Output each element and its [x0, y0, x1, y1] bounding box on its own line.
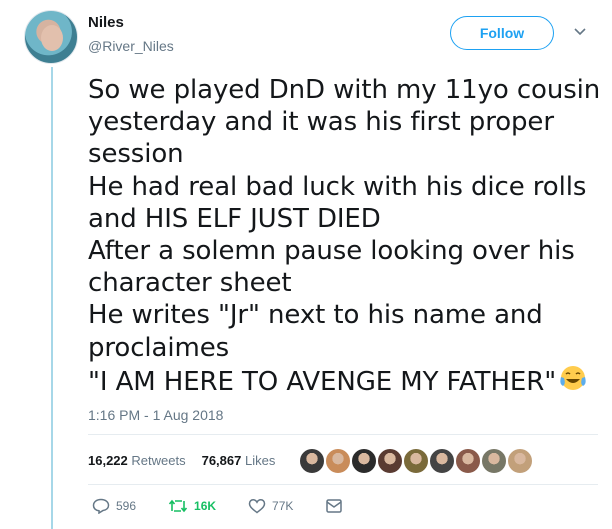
- tweet-line: He writes "Jr" next to his name and: [88, 300, 543, 331]
- liker-avatar[interactable]: [428, 447, 456, 475]
- tweet-text: So we played DnD with my 11yo cousin yes…: [88, 74, 601, 398]
- likes-label: Likes: [244, 453, 276, 468]
- liker-avatars: [298, 447, 534, 475]
- tweet-line-text: "I AM HERE TO AVENGE MY FATHER": [88, 366, 557, 397]
- like-button[interactable]: 77K: [248, 498, 293, 514]
- like-count: 77K: [272, 499, 294, 513]
- message-button[interactable]: [325, 498, 343, 514]
- retweet-count: 16K: [194, 499, 217, 513]
- retweets-stat[interactable]: 16,222 Retweets: [88, 453, 186, 468]
- divider: [88, 484, 598, 485]
- tweet-stats: 16,222 Retweets 76,867 Likes: [88, 453, 285, 468]
- follow-button[interactable]: Follow: [450, 16, 554, 50]
- thread-line: [51, 67, 53, 529]
- retweets-count: 16,222: [88, 453, 128, 468]
- tweet-timestamp[interactable]: 1:16 PM - 1 Aug 2018: [88, 407, 223, 423]
- chevron-down-icon[interactable]: [572, 25, 588, 39]
- avatar-face: [41, 25, 63, 51]
- retweet-button[interactable]: 16K: [168, 498, 216, 514]
- tweet-line-last: "I AM HERE TO AVENGE MY FATHER": [88, 364, 588, 398]
- reply-count: 596: [116, 499, 137, 513]
- tweet-line: and HIS ELF JUST DIED: [88, 203, 381, 234]
- liker-avatar[interactable]: [298, 447, 326, 475]
- tweet-line: session: [88, 139, 184, 170]
- tweet-line: character sheet: [88, 268, 292, 299]
- reply-icon: [92, 498, 110, 514]
- liker-avatar[interactable]: [480, 447, 508, 475]
- tears-of-joy-emoji-icon: [560, 365, 586, 390]
- tweet-line: So we played DnD with my 11yo cousin: [88, 75, 601, 105]
- author-display-name[interactable]: Niles: [88, 14, 124, 31]
- tweet-actions: 596 16K 77K: [92, 498, 375, 514]
- retweets-label: Retweets: [131, 453, 186, 468]
- reply-button[interactable]: 596: [92, 498, 136, 514]
- liker-avatar[interactable]: [350, 447, 378, 475]
- retweet-icon: [168, 499, 188, 513]
- liker-avatar[interactable]: [506, 447, 534, 475]
- tweet-line: After a solemn pause looking over his: [88, 236, 575, 267]
- liker-avatar[interactable]: [376, 447, 404, 475]
- tweet-line: He had real bad luck with his dice rolls: [88, 171, 587, 202]
- tweet-line: yesterday and it was his first proper: [88, 107, 554, 138]
- message-icon: [326, 499, 343, 513]
- like-icon: [248, 499, 266, 514]
- likes-stat[interactable]: 76,867 Likes: [202, 453, 276, 468]
- author-avatar[interactable]: [24, 10, 78, 64]
- liker-avatar[interactable]: [324, 447, 352, 475]
- likes-count: 76,867: [201, 453, 242, 468]
- liker-avatar[interactable]: [402, 447, 430, 475]
- divider: [88, 434, 598, 435]
- author-handle[interactable]: @River_Niles: [88, 38, 174, 54]
- liker-avatar[interactable]: [454, 447, 482, 475]
- tweet-line: proclaimes: [88, 332, 230, 363]
